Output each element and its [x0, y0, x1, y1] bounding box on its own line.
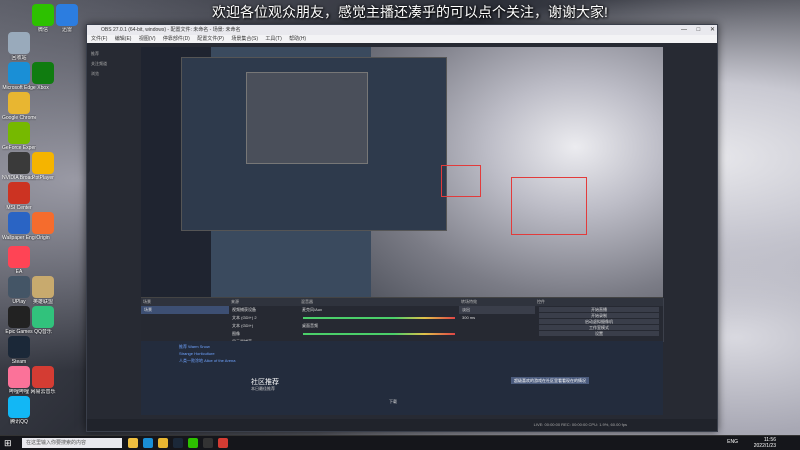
geforce-icon[interactable]: GeForce Experience: [2, 122, 36, 151]
community-subheading: 本日最佳推荐: [251, 386, 275, 391]
taskbar-search-input[interactable]: 在这里输入你要搜索的内容: [22, 438, 122, 448]
desktop-volume-meter[interactable]: [303, 333, 455, 335]
settings-button[interactable]: 设置: [539, 331, 659, 336]
obs-taskbar-icon[interactable]: [203, 438, 213, 448]
start-recording-button[interactable]: 开始录制: [539, 313, 659, 318]
recycle-bin-icon[interactable]: 回收站: [2, 32, 36, 61]
start-streaming-button[interactable]: 开始直播: [539, 307, 659, 312]
source-item[interactable]: 视频捕获设备: [229, 306, 299, 314]
file-explorer-icon[interactable]: [128, 438, 138, 448]
mixer-track-label: 桌面音频: [302, 323, 318, 328]
taskbar-clock[interactable]: 11:56 2022/1/23: [754, 437, 776, 449]
studio-mode-button[interactable]: 工作室模式: [539, 325, 659, 330]
sources-dock: 来源 视频捕获设备 文本 (GDI+) 2 文本 (GDI+) 图像 显示器捕获: [229, 298, 300, 344]
store-link[interactable]: 推荐 Warm Snow: [179, 344, 210, 350]
transitions-dock: 转场特效 淡出 300 ms: [459, 298, 536, 342]
obs-left-panel: 推荐 关注频道 浏览: [89, 47, 139, 167]
potplayer-icon[interactable]: PotPlayer: [26, 152, 60, 181]
selection-box-nested: [441, 165, 481, 197]
nested-preview-level-2: [246, 72, 368, 164]
msi-center-icon[interactable]: MSI Center: [2, 182, 36, 211]
menu-file[interactable]: 文件(F): [91, 36, 107, 42]
qqmusic-icon[interactable]: QQ音乐: [26, 306, 60, 335]
download-label[interactable]: 下载: [389, 399, 397, 405]
mixer-track-label: 麦克风/Aux: [302, 307, 323, 312]
close-button[interactable]: ✕: [710, 27, 715, 33]
qq-icon[interactable]: 腾讯QQ: [2, 396, 36, 425]
side-item-browse[interactable]: 浏览: [91, 71, 137, 77]
source-item[interactable]: 图像: [229, 330, 299, 338]
scenes-header: 场景: [141, 298, 229, 306]
clock-date: 2022/1/23: [753, 443, 776, 449]
taskbar: ⊞ 在这里输入你要搜索的内容 ENG 11:56 2022/1/23: [0, 435, 800, 450]
store-link[interactable]: 人类一败涂地 Alice of the Arena: [179, 358, 235, 364]
side-item-following[interactable]: 关注频道: [91, 61, 137, 67]
thunder-icon[interactable]: 迅雷: [50, 4, 84, 33]
obs-menu-bar: 文件(F) 编辑(E) 视图(V) 停靠部件(D) 配置文件(P) 场景集合(S…: [87, 35, 717, 43]
stream-page: 推荐 Warm Snow Strange Horticulture 人类一败涂地…: [141, 341, 663, 415]
side-item-recommend[interactable]: 推荐: [91, 51, 137, 57]
obs-title-bar: OBS 27.0.1 (64-bit, windows) - 配置文件: 未命名…: [87, 25, 717, 35]
selection-box[interactable]: [511, 177, 587, 235]
steam-icon[interactable]: Steam: [2, 336, 36, 365]
language-indicator[interactable]: ENG: [727, 439, 738, 445]
wechat-taskbar-icon[interactable]: [188, 438, 198, 448]
netease-music-icon[interactable]: 网易云音乐: [26, 366, 60, 395]
virtual-camera-button[interactable]: 启动虚拟摄像机: [539, 319, 659, 324]
obs-status-bar: LIVE: 00:00:00 REC: 00:00:00 CPU: 1.9%, …: [87, 419, 717, 431]
obs-window: OBS 27.0.1 (64-bit, windows) - 配置文件: 未命名…: [86, 24, 718, 432]
maximize-button[interactable]: □: [697, 27, 701, 33]
nested-preview-level-1: [181, 57, 447, 231]
menu-view[interactable]: 视图(V): [139, 36, 156, 42]
ea-icon[interactable]: EA: [2, 246, 36, 275]
windows-start-icon[interactable]: ⊞: [4, 438, 14, 448]
menu-docks[interactable]: 停靠部件(D): [163, 36, 190, 42]
menu-profile[interactable]: 配置文件(P): [197, 36, 224, 42]
community-button[interactable]: 超级喜欢的游戏在社区里看看现在的情况: [511, 377, 589, 384]
chrome-icon[interactable]: Google Chrome: [2, 92, 36, 121]
chrome-taskbar-icon[interactable]: [158, 438, 168, 448]
sources-header: 来源: [229, 298, 299, 306]
obs-title: OBS 27.0.1 (64-bit, windows) - 配置文件: 未命名…: [101, 27, 241, 33]
status-text: LIVE: 00:00:00 REC: 00:00:00 CPU: 1.9%, …: [533, 422, 627, 427]
source-item[interactable]: 文本 (GDI+): [229, 322, 299, 330]
store-link[interactable]: Strange Horticulture: [179, 351, 215, 356]
steam-taskbar-icon[interactable]: [173, 438, 183, 448]
mic-volume-meter[interactable]: [303, 317, 455, 319]
controls-header: 控件: [535, 298, 663, 306]
origin-icon[interactable]: Origin: [26, 212, 60, 241]
source-item[interactable]: 文本 (GDI+) 2: [229, 314, 299, 322]
transition-select[interactable]: 淡出: [459, 306, 535, 314]
minimize-button[interactable]: —: [681, 27, 687, 33]
scenes-dock: 场景 场景: [141, 298, 230, 342]
music-taskbar-icon[interactable]: [218, 438, 228, 448]
obs-docks: 场景 场景 来源 视频捕获设备 文本 (GDI+) 2 文本 (GDI+) 图像…: [141, 297, 664, 344]
stream-banner-text: 欢迎各位观众朋友，感觉主播还凑乎的可以点个关注，谢谢大家!: [212, 4, 608, 20]
transitions-header: 转场特效: [459, 298, 535, 306]
xbox-icon[interactable]: Xbox: [26, 62, 60, 91]
scene-item[interactable]: 场景: [141, 306, 229, 314]
mixer-dock: 混音器 麦克风/Aux 桌面音频: [299, 298, 460, 342]
edge-taskbar-icon[interactable]: [143, 438, 153, 448]
mixer-header: 混音器: [299, 298, 459, 306]
menu-scene-collection[interactable]: 场景集合(S): [231, 36, 258, 42]
controls-dock: 控件 开始直播 开始录制 启动虚拟摄像机 工作室模式 设置: [535, 298, 664, 342]
lol-icon[interactable]: 英雄联盟: [26, 276, 60, 305]
transition-duration[interactable]: 300 ms: [459, 314, 535, 321]
obs-preview[interactable]: [141, 47, 663, 297]
menu-tools[interactable]: 工具(T): [265, 36, 281, 42]
menu-edit[interactable]: 编辑(E): [115, 36, 132, 42]
menu-help[interactable]: 帮助(H): [289, 36, 306, 42]
